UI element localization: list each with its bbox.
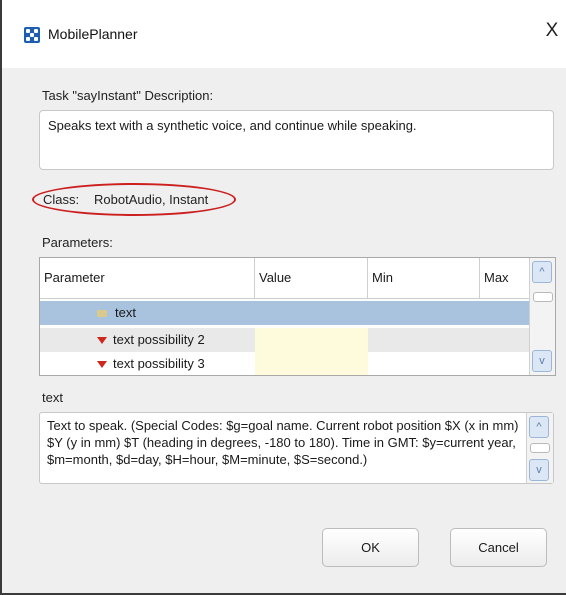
dialog-window: MobilePlanner X Task "sayInstant" Descri…	[0, 0, 566, 595]
parameter-name-cell: text possibility 2	[97, 328, 255, 352]
title-bar[interactable]: MobilePlanner X	[2, 0, 566, 68]
column-header-value[interactable]: Value	[255, 258, 368, 298]
min-cell	[368, 328, 480, 352]
column-header-parameter[interactable]: Parameter	[40, 258, 255, 298]
min-cell	[368, 301, 480, 325]
parameters-table[interactable]: Parameter Value Min Max text text possib…	[39, 257, 556, 376]
red-triangle-icon	[97, 361, 107, 369]
value-cell[interactable]	[255, 301, 368, 325]
table-row[interactable]: text possibility 3	[40, 352, 530, 375]
help-scrollbar[interactable]: ^ v	[526, 413, 553, 483]
help-text-area[interactable]: Text to speak. (Special Codes: $g=goal n…	[39, 412, 554, 484]
parameter-name-cell: text possibility 3	[97, 352, 255, 375]
max-cell	[480, 352, 530, 375]
red-triangle-icon	[97, 337, 107, 345]
table-row[interactable]: text possibility 2	[40, 328, 530, 352]
help-label: text	[42, 390, 63, 405]
column-header-max[interactable]: Max	[480, 258, 530, 298]
parameter-name: text possibility 2	[113, 332, 205, 347]
window-title: MobilePlanner	[48, 26, 138, 42]
scroll-up-icon[interactable]: ^	[529, 416, 549, 438]
mobileplanner-app-icon	[24, 27, 40, 43]
value-cell[interactable]	[255, 352, 368, 375]
parameter-name: text	[115, 305, 136, 320]
min-cell	[368, 352, 480, 375]
scroll-thumb[interactable]	[533, 292, 553, 302]
close-icon[interactable]: X	[542, 20, 562, 42]
table-header: Parameter Value Min Max	[40, 258, 530, 299]
ok-button[interactable]: OK	[322, 528, 419, 567]
scroll-down-icon[interactable]: v	[529, 459, 549, 481]
parameter-name-cell: text	[97, 301, 255, 325]
scroll-down-icon[interactable]: v	[532, 350, 552, 372]
description-field[interactable]: Speaks text with a synthetic voice, and …	[39, 110, 554, 170]
column-header-min[interactable]: Min	[368, 258, 480, 298]
parameter-name: text possibility 3	[113, 356, 205, 371]
table-scrollbar[interactable]: ^ v	[529, 258, 555, 375]
scroll-thumb[interactable]	[530, 443, 550, 453]
description-label: Task "sayInstant" Description:	[42, 88, 214, 103]
value-cell[interactable]	[255, 328, 368, 352]
scroll-up-icon[interactable]: ^	[532, 261, 552, 283]
table-row[interactable]: text	[40, 301, 530, 325]
parameters-label: Parameters:	[42, 235, 113, 250]
help-text: Text to speak. (Special Codes: $g=goal n…	[47, 418, 519, 467]
cancel-button[interactable]: Cancel	[450, 528, 547, 567]
max-cell	[480, 328, 530, 352]
folder-icon	[97, 310, 107, 318]
class-highlight-oval	[32, 183, 236, 216]
max-cell	[480, 301, 530, 325]
